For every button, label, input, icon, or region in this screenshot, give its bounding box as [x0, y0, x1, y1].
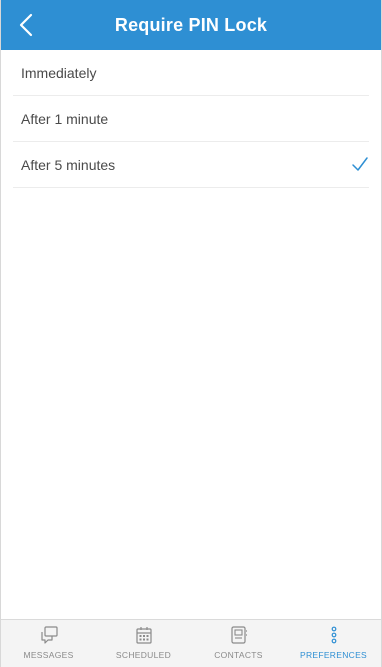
option-label: Immediately — [21, 65, 97, 81]
option-label: After 5 minutes — [21, 157, 116, 173]
option-after-1-minute[interactable]: After 1 minute — [1, 96, 381, 142]
tab-label: PREFERENCES — [299, 650, 368, 660]
chevron-left-icon — [19, 13, 33, 37]
pin-lock-screen: Require PIN Lock Immediately After 1 min… — [0, 0, 382, 667]
more-vertical-icon — [324, 625, 344, 645]
nav-header: Require PIN Lock — [1, 0, 381, 50]
tab-label: CONTACTS — [214, 650, 263, 660]
tab-label: SCHEDULED — [115, 650, 172, 660]
tab-contacts[interactable]: CONTACTS — [191, 620, 286, 667]
page-title: Require PIN Lock — [114, 14, 268, 35]
option-label: After 1 minute — [21, 111, 109, 127]
option-immediately[interactable]: Immediately — [1, 50, 381, 96]
calendar-icon — [134, 625, 154, 645]
option-after-5-minutes[interactable]: After 5 minutes — [1, 142, 381, 188]
tab-messages[interactable]: MESSAGES — [1, 620, 96, 667]
bottom-tab-bar: MESSAGES SCHEDULED CONTACTS PREFERENCES — [1, 619, 381, 667]
tab-scheduled[interactable]: SCHEDULED — [96, 620, 191, 667]
tab-label: MESSAGES — [23, 650, 74, 660]
back-button[interactable] — [11, 8, 41, 42]
pin-lock-options-list: Immediately After 1 minute After 5 minut… — [1, 50, 381, 188]
contacts-icon — [229, 625, 249, 645]
checkmark-icon — [352, 157, 368, 171]
tab-preferences[interactable]: PREFERENCES — [286, 620, 381, 667]
messages-icon — [39, 625, 59, 645]
